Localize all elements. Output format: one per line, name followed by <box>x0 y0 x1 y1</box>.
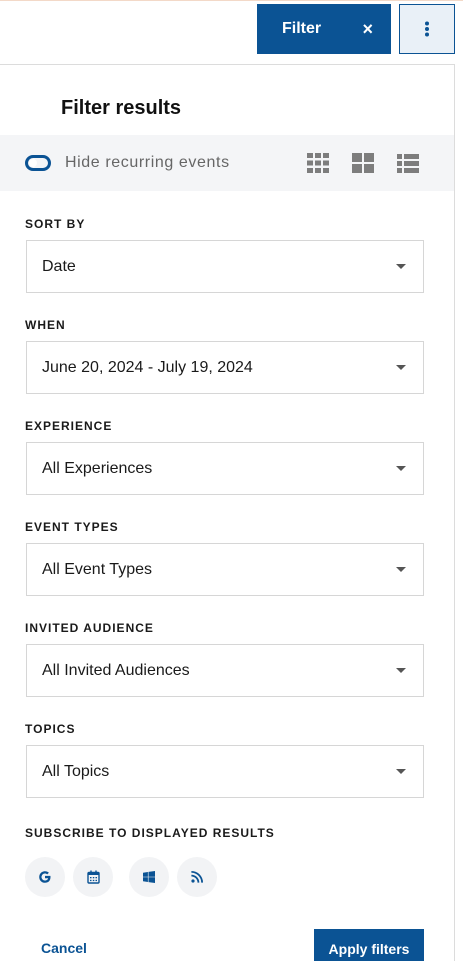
sort-by-label: SORT BY <box>25 217 86 231</box>
topics-select[interactable]: All Topics <box>26 745 424 798</box>
chevron-down-icon <box>396 365 406 370</box>
more-options-button[interactable] <box>399 4 455 54</box>
chevron-down-icon <box>396 668 406 673</box>
event-types-value: All Event Types <box>42 560 152 578</box>
when-value: June 20, 2024 - July 19, 2024 <box>42 358 253 376</box>
grid-small-icon[interactable] <box>306 151 330 175</box>
google-icon <box>39 871 51 883</box>
chevron-down-icon <box>396 264 406 269</box>
event-types-label: EVENT TYPES <box>25 520 119 534</box>
apply-filters-button[interactable]: Apply filters <box>314 929 424 961</box>
ical-subscribe-button[interactable] <box>73 857 113 897</box>
more-vertical-icon <box>425 21 429 37</box>
sort-by-value: Date <box>42 257 76 275</box>
when-label: WHEN <box>25 318 66 332</box>
rss-subscribe-button[interactable] <box>177 857 217 897</box>
list-icon[interactable] <box>396 151 420 175</box>
sort-by-select[interactable]: Date <box>26 240 424 293</box>
subscribe-label: SUBSCRIBE TO DISPLAYED RESULTS <box>25 826 275 840</box>
invited-audience-value: All Invited Audiences <box>42 661 190 679</box>
calendar-icon <box>86 870 100 884</box>
experience-value: All Experiences <box>42 459 153 477</box>
outlook-subscribe-button[interactable] <box>129 857 169 897</box>
when-select[interactable]: June 20, 2024 - July 19, 2024 <box>26 341 424 394</box>
recurring-toggle-bar: Hide recurring events <box>0 135 454 191</box>
filter-button-label: Filter <box>282 20 322 37</box>
experience-label: EXPERIENCE <box>25 419 113 433</box>
filter-toggle-button[interactable]: Filter × <box>257 4 391 54</box>
hide-recurring-label: Hide recurring events <box>65 154 230 171</box>
top-divider <box>0 0 463 1</box>
topics-value: All Topics <box>42 762 110 780</box>
chevron-down-icon <box>396 567 406 572</box>
windows-icon <box>143 871 155 883</box>
topics-label: TOPICS <box>25 722 76 736</box>
rss-icon <box>191 871 203 883</box>
experience-select[interactable]: All Experiences <box>26 442 424 495</box>
invited-audience-select[interactable]: All Invited Audiences <box>26 644 424 697</box>
chevron-down-icon <box>396 466 406 471</box>
cancel-button[interactable]: Cancel <box>41 940 87 956</box>
event-types-select[interactable]: All Event Types <box>26 543 424 596</box>
close-icon[interactable]: × <box>362 19 373 40</box>
filter-panel: Filter results Hide recurring events SOR… <box>0 64 455 961</box>
panel-title: Filter results <box>61 97 182 119</box>
hide-recurring-toggle[interactable] <box>25 155 51 171</box>
invited-audience-label: INVITED AUDIENCE <box>25 621 154 635</box>
grid-large-icon[interactable] <box>351 151 375 175</box>
chevron-down-icon <box>396 769 406 774</box>
google-calendar-subscribe-button[interactable] <box>25 857 65 897</box>
